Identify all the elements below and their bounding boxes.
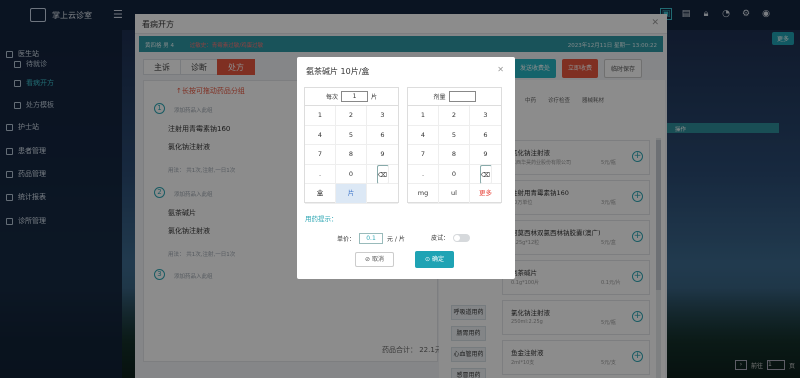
- unit-price-label: 单价：: [337, 236, 356, 243]
- key-4[interactable]: 4: [408, 125, 439, 145]
- dose-amount-row: 剂量: [408, 88, 501, 106]
- key-0[interactable]: 0: [439, 164, 470, 184]
- key-3[interactable]: 3: [470, 106, 501, 126]
- more-units-button[interactable]: 更多: [470, 184, 501, 204]
- key-9[interactable]: 9: [470, 145, 501, 165]
- key-2[interactable]: 2: [336, 106, 367, 126]
- key-4[interactable]: 4: [305, 125, 336, 145]
- dosage-modal: 氨茶碱片 10片/盒 ✕ 每次 1 片 1 2 3 4 5 6 7 8 9 . …: [297, 57, 515, 279]
- skin-test-row: 皮试：: [431, 233, 471, 242]
- backspace-key[interactable]: ⌫: [367, 164, 398, 184]
- key-8[interactable]: 8: [439, 145, 470, 165]
- backspace-icon: ⌫: [479, 164, 492, 184]
- dose-amount-keypad: 1 2 3 4 5 6 7 8 9 . 0 ⌫ mg ul 更多: [408, 106, 501, 204]
- per-dose-unit: 片: [371, 94, 378, 101]
- close-icon[interactable]: ✕: [497, 65, 504, 74]
- unit-tablet-button[interactable]: 片: [336, 184, 367, 204]
- per-dose-input[interactable]: 1: [341, 91, 368, 102]
- key-3[interactable]: 3: [367, 106, 398, 126]
- key-7[interactable]: 7: [305, 145, 336, 165]
- unit-ul-button[interactable]: ul: [439, 184, 470, 204]
- key-7[interactable]: 7: [408, 145, 439, 165]
- key-1[interactable]: 1: [408, 106, 439, 126]
- per-dose-pad: 每次 1 片 1 2 3 4 5 6 7 8 9 . 0 ⌫ 盒 片: [304, 87, 399, 204]
- key-6[interactable]: 6: [470, 126, 501, 145]
- cancel-label: 取消: [371, 256, 384, 263]
- dose-amount-pad: 剂量 1 2 3 4 5 6 7 8 9 . 0 ⌫ mg ul 更多: [407, 87, 502, 204]
- dose-amount-label: 剂量: [433, 94, 446, 101]
- confirm-label: 确定: [431, 256, 444, 263]
- cancel-button[interactable]: ⊘ 取消: [355, 252, 394, 267]
- unit-price-unit: 元 / 片: [387, 236, 405, 243]
- key-2[interactable]: 2: [439, 106, 470, 126]
- per-dose-row: 每次 1 片: [305, 88, 398, 106]
- confirm-button[interactable]: ⊙ 确定: [415, 251, 454, 268]
- key-1[interactable]: 1: [305, 106, 336, 126]
- key-0[interactable]: 0: [336, 164, 367, 184]
- medication-hint: 用药提示：: [305, 215, 338, 223]
- key-dot[interactable]: .: [305, 164, 336, 184]
- key-6[interactable]: 6: [367, 126, 398, 145]
- key-9[interactable]: 9: [367, 145, 398, 165]
- key-5[interactable]: 5: [336, 125, 367, 145]
- unit-mg-button[interactable]: mg: [408, 184, 439, 204]
- modal-title: 氨茶碱片 10片/盒: [306, 67, 370, 76]
- backspace-key[interactable]: ⌫: [470, 164, 501, 184]
- per-dose-keypad: 1 2 3 4 5 6 7 8 9 . 0 ⌫ 盒 片: [305, 106, 398, 204]
- key-dot[interactable]: .: [408, 164, 439, 184]
- skin-test-label: 皮试：: [431, 235, 450, 242]
- key-8[interactable]: 8: [336, 145, 367, 165]
- unit-price-row: 单价： 0.1 元 / 片: [337, 233, 405, 244]
- skin-test-toggle[interactable]: [453, 233, 471, 242]
- per-dose-label: 每次: [325, 94, 338, 101]
- empty-key: [367, 184, 398, 204]
- key-5[interactable]: 5: [439, 125, 470, 145]
- backspace-icon: ⌫: [376, 164, 389, 184]
- unit-box-button[interactable]: 盒: [305, 184, 336, 204]
- unit-price-input[interactable]: 0.1: [359, 233, 384, 244]
- dose-amount-input[interactable]: [448, 91, 476, 102]
